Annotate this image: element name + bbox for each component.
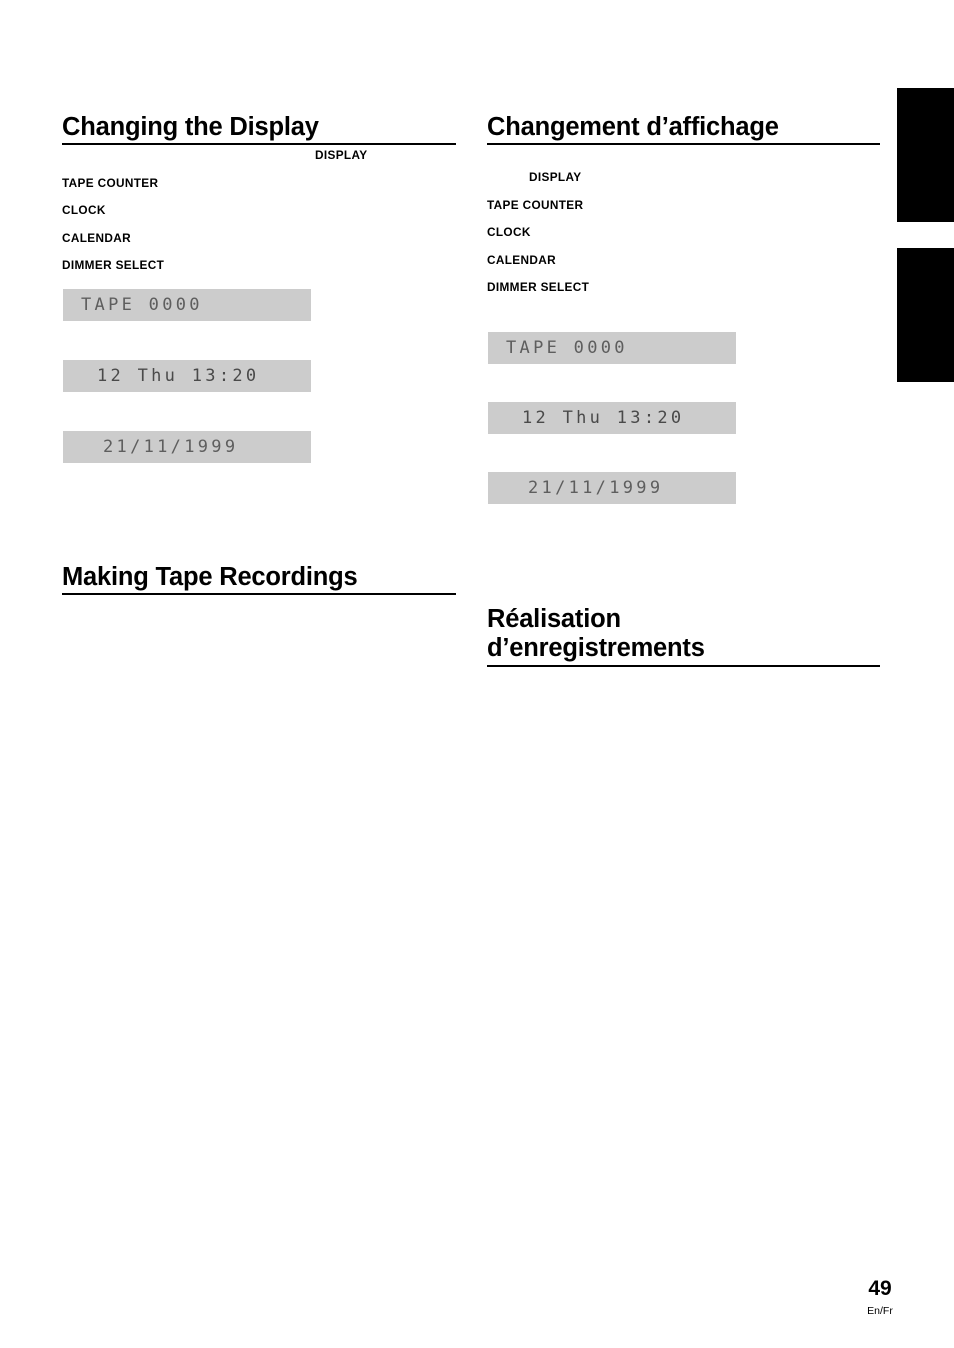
heading-rule: [62, 593, 456, 596]
list-item-dimmer-select: DIMMER SELECT: [62, 258, 165, 272]
list-item-dimmer-select: DIMMER SELECT: [487, 280, 590, 294]
lcd-text: 21/11/1999: [488, 478, 664, 498]
lcd-text: 12 Thu 13:20: [488, 408, 685, 428]
lcd-text: 12 Thu 13:20: [63, 366, 260, 386]
lcd-display-clock-fr: 12 Thu 13:20: [488, 402, 736, 434]
lcd-text: TAPE 0000: [63, 295, 203, 315]
heading-rule: [487, 664, 880, 667]
heading-rule: [487, 143, 880, 146]
lcd-display-clock-en: 12 Thu 13:20: [63, 360, 311, 392]
chapter-tab-upper: [897, 88, 954, 222]
lcd-text: TAPE 0000: [488, 338, 628, 358]
page-number: 49: [868, 1277, 892, 1300]
list-item-clock: CLOCK: [62, 203, 106, 217]
heading-making-tape-recordings: Making Tape Recordings: [62, 533, 456, 625]
display-mode-list-fr: DISPLAY TAPE COUNTER CLOCK CALENDAR DIMM…: [487, 164, 880, 302]
list-item-calendar: CALENDAR: [487, 252, 556, 267]
lcd-text: 21/11/1999: [63, 437, 239, 457]
display-mode-list-en: DISPLAY TAPE COUNTER CLOCK CALENDAR DIMM…: [62, 142, 456, 280]
list-item-tape-counter: TAPE COUNTER: [487, 197, 584, 212]
heading-realisation-d-enregistrements: Réalisation d’enregistrements: [487, 575, 880, 696]
list-item-calendar: CALENDAR: [62, 230, 131, 245]
lcd-display-calendar-fr: 21/11/1999: [488, 472, 736, 504]
lcd-display-tape-counter-fr: TAPE 0000: [488, 332, 736, 364]
lcd-display-tape-counter-en: TAPE 0000: [63, 289, 311, 321]
heading-making-tape-recordings-text: Making Tape Recordings: [62, 562, 358, 591]
heading-realisation-d-enregistrements-text: Réalisation d’enregistrements: [487, 604, 705, 663]
list-item-tape-counter: TAPE COUNTER: [62, 175, 159, 190]
list-item-display: DISPLAY: [529, 170, 582, 184]
french-column: Changement d’affichage DISPLAY TAPE COUN…: [487, 0, 880, 1348]
heading-changement-d-affichage: Changement d’affichage: [487, 83, 880, 175]
manual-page: Changing the Display DISPLAY TAPE COUNTE…: [0, 0, 954, 1348]
chapter-tab-lower: [897, 248, 954, 382]
list-item-clock: CLOCK: [487, 225, 531, 239]
page-locale-label: En/Fr: [867, 1305, 893, 1317]
heading-changing-the-display-text: Changing the Display: [62, 112, 319, 141]
list-item-display: DISPLAY: [315, 148, 368, 162]
english-column: Changing the Display DISPLAY TAPE COUNTE…: [62, 0, 456, 1348]
lcd-display-calendar-en: 21/11/1999: [63, 431, 311, 463]
heading-changement-d-affichage-text: Changement d’affichage: [487, 112, 779, 141]
